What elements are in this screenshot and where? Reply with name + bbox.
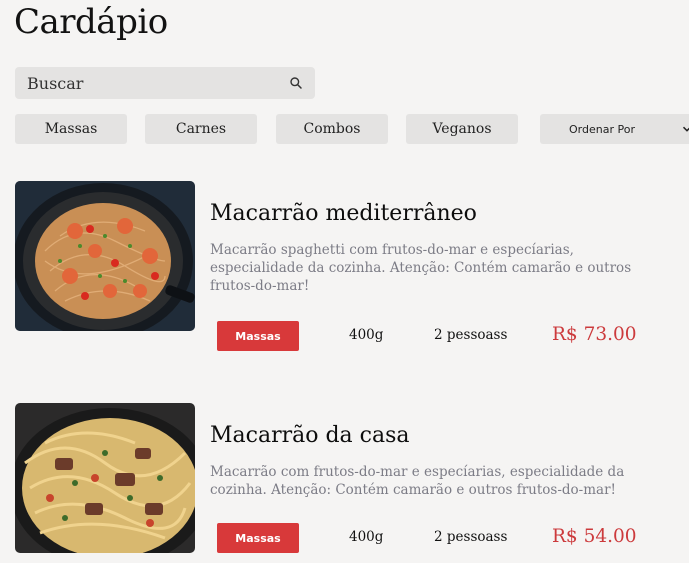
sort-select[interactable]: Ordenar Por xyxy=(540,114,689,144)
filter-veganos-button[interactable]: Veganos xyxy=(406,114,518,144)
item-servings: 2 pessoass xyxy=(434,327,508,343)
filter-carnes-button[interactable]: Carnes xyxy=(145,114,257,144)
menu-item-card[interactable]: Macarrão da casa Macarrão com frutos-do-… xyxy=(15,403,675,555)
menu-item-card[interactable]: Macarrão mediterrâneo Macarrão spaghetti… xyxy=(15,181,675,351)
item-price: R$ 73.00 xyxy=(552,324,637,345)
item-weight: 400g xyxy=(349,327,384,343)
category-badge[interactable]: Massas xyxy=(217,523,299,553)
item-weight: 400g xyxy=(349,529,384,545)
sort-select-label: Ordenar Por xyxy=(569,122,635,136)
category-badge[interactable]: Massas xyxy=(217,321,299,351)
item-title: Macarrão mediterrâneo xyxy=(210,201,477,226)
item-description: Macarrão spaghetti com frutos-do-mar e e… xyxy=(210,242,632,294)
dish-image xyxy=(15,181,195,331)
filter-massas-button[interactable]: Massas xyxy=(15,114,127,144)
item-servings: 2 pessoass xyxy=(434,529,508,545)
search-input[interactable] xyxy=(27,73,289,93)
search-icon[interactable] xyxy=(289,76,303,90)
filter-combos-button[interactable]: Combos xyxy=(276,114,388,144)
item-title: Macarrão da casa xyxy=(210,423,410,448)
chevron-down-icon xyxy=(682,124,689,134)
item-price: R$ 54.00 xyxy=(552,526,637,547)
item-description: Macarrão com frutos-do-mar e especíarias… xyxy=(210,464,625,498)
page-title: Cardápio xyxy=(14,2,168,42)
dish-image xyxy=(15,403,195,553)
search-bar[interactable] xyxy=(15,67,315,99)
